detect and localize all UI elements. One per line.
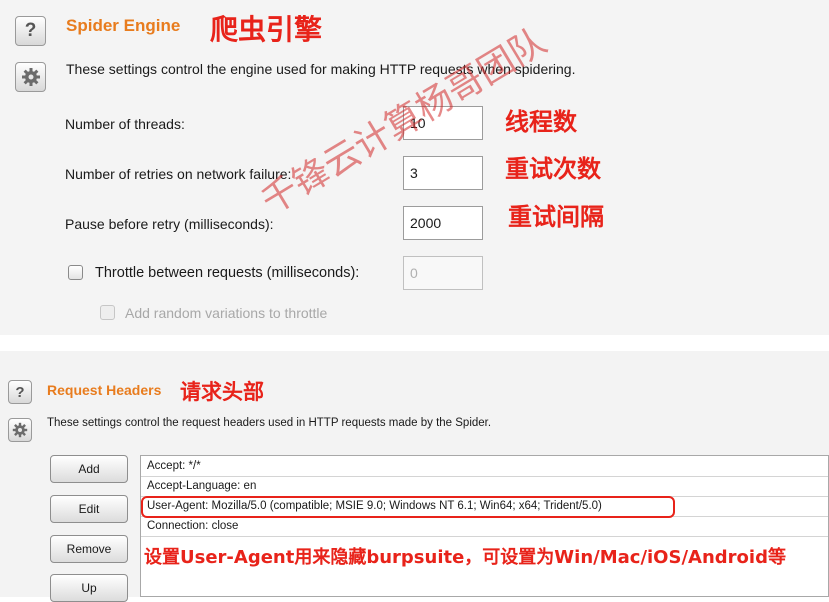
help-icon-2[interactable]: ? xyxy=(8,380,32,404)
panel-separator xyxy=(0,335,829,351)
throttle-checkbox[interactable] xyxy=(68,265,83,280)
spider-engine-title: Spider Engine xyxy=(66,16,181,35)
retries-annotation: 重试次数 xyxy=(505,155,601,183)
remove-button[interactable]: Remove xyxy=(50,535,128,563)
user-agent-highlight xyxy=(141,496,675,518)
random-variations-checkbox[interactable] xyxy=(100,305,115,320)
edit-button[interactable]: Edit xyxy=(50,495,128,523)
row-divider xyxy=(141,536,828,537)
spider-engine-annotation: 爬虫引擎 xyxy=(210,13,323,46)
headers-list[interactable]: Accept: */* Accept-Language: en User-Age… xyxy=(140,455,829,597)
add-button[interactable]: Add xyxy=(50,455,128,483)
request-headers-title: Request Headers xyxy=(47,382,162,398)
help-icon[interactable]: ? xyxy=(15,16,46,46)
request-headers-description: These settings control the request heade… xyxy=(47,417,492,429)
user-agent-note: 设置User-Agent用来隐藏burpsuite，可设置为Win/Mac/iO… xyxy=(144,547,786,568)
request-headers-annotation: 请求头部 xyxy=(180,380,264,404)
header-row[interactable]: Accept: */* xyxy=(147,460,201,472)
gear-icon-2[interactable] xyxy=(8,418,32,442)
retries-input[interactable]: 3 xyxy=(403,156,483,190)
pause-annotation: 重试间隔 xyxy=(508,203,604,231)
gear-icon[interactable] xyxy=(15,62,46,92)
header-row[interactable]: Accept-Language: en xyxy=(147,480,256,492)
throttle-input[interactable]: 0 xyxy=(403,256,483,290)
threads-annotation: 线程数 xyxy=(505,108,577,136)
pause-input[interactable]: 2000 xyxy=(403,206,483,240)
pause-label: Pause before retry (milliseconds): xyxy=(65,216,274,232)
header-row[interactable]: Connection: close xyxy=(147,520,238,532)
threads-label: Number of threads: xyxy=(65,116,185,132)
row-divider xyxy=(141,476,828,477)
gear-glyph-2 xyxy=(12,422,28,438)
throttle-label: Throttle between requests (milliseconds)… xyxy=(95,265,360,281)
gear-glyph xyxy=(21,68,40,86)
up-button[interactable]: Up xyxy=(50,574,128,602)
random-variations-label: Add random variations to throttle xyxy=(125,305,328,321)
